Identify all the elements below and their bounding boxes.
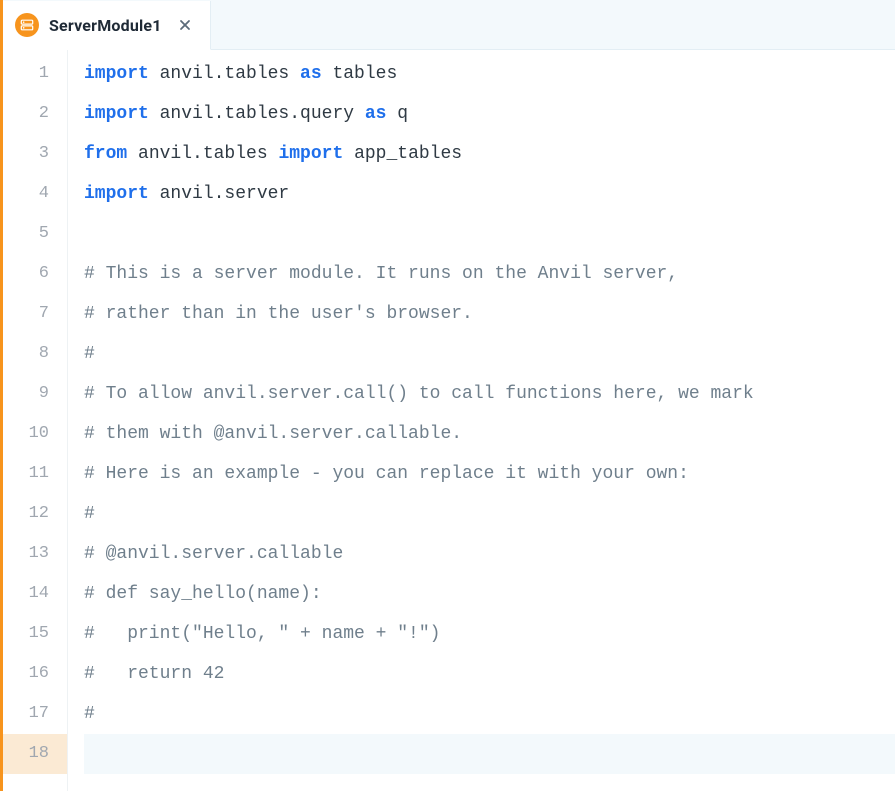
code-line[interactable]: # — [84, 694, 895, 734]
code-token-comment: # — [84, 704, 95, 724]
code-line[interactable]: # return 42 — [84, 654, 895, 694]
code-token-keyword: import — [84, 104, 149, 124]
code-token-keyword: as — [365, 104, 387, 124]
line-number: 5 — [3, 214, 67, 254]
code-line[interactable]: import anvil.server — [84, 174, 895, 214]
code-line[interactable]: import anvil.tables.query as q — [84, 94, 895, 134]
line-number: 8 — [3, 334, 67, 374]
code-line[interactable]: # — [84, 334, 895, 374]
line-number: 14 — [3, 574, 67, 614]
code-token-plain: anvil.tables — [127, 144, 278, 164]
line-number: 13 — [3, 534, 67, 574]
code-line[interactable]: # This is a server module. It runs on th… — [84, 254, 895, 294]
code-token-comment: # To allow anvil.server.call() to call f… — [84, 384, 754, 404]
tab-bar: ServerModule1 — [3, 0, 895, 50]
code-token-comment: # print("Hello, " + name + "!") — [84, 624, 440, 644]
line-number: 10 — [3, 414, 67, 454]
line-number: 16 — [3, 654, 67, 694]
line-number: 6 — [3, 254, 67, 294]
code-token-plain: tables — [322, 64, 398, 84]
code-lines[interactable]: import anvil.tables as tablesimport anvi… — [68, 50, 895, 791]
code-token-plain: app_tables — [343, 144, 462, 164]
code-token-keyword: as — [300, 64, 322, 84]
close-icon[interactable] — [176, 16, 194, 34]
code-line[interactable]: # To allow anvil.server.call() to call f… — [84, 374, 895, 414]
line-number: 15 — [3, 614, 67, 654]
code-line[interactable]: import anvil.tables as tables — [84, 54, 895, 94]
code-token-comment: # This is a server module. It runs on th… — [84, 264, 678, 284]
code-token-plain: anvil.tables — [149, 64, 300, 84]
code-line[interactable]: # — [84, 494, 895, 534]
code-token-comment: # rather than in the user's browser. — [84, 304, 473, 324]
code-token-comment: # @anvil.server.callable — [84, 544, 343, 564]
code-line[interactable]: # them with @anvil.server.callable. — [84, 414, 895, 454]
server-module-icon — [15, 13, 39, 37]
code-line[interactable]: # print("Hello, " + name + "!") — [84, 614, 895, 654]
tab-server-module[interactable]: ServerModule1 — [3, 1, 211, 50]
line-number: 17 — [3, 694, 67, 734]
code-token-comment: # them with @anvil.server.callable. — [84, 424, 462, 444]
code-token-comment: # def say_hello(name): — [84, 584, 322, 604]
code-token-keyword: import — [278, 144, 343, 164]
line-number: 18 — [3, 734, 67, 774]
code-token-comment: # — [84, 504, 95, 524]
code-token-comment: # — [84, 344, 95, 364]
code-token-keyword: import — [84, 64, 149, 84]
line-number: 12 — [3, 494, 67, 534]
code-line[interactable]: # @anvil.server.callable — [84, 534, 895, 574]
code-token-keyword: import — [84, 184, 149, 204]
code-line[interactable]: # Here is an example - you can replace i… — [84, 454, 895, 494]
line-number: 3 — [3, 134, 67, 174]
code-token-plain: anvil.tables.query — [149, 104, 365, 124]
code-line[interactable]: from anvil.tables import app_tables — [84, 134, 895, 174]
line-number: 1 — [3, 54, 67, 94]
tab-title: ServerModule1 — [49, 16, 162, 35]
line-number-gutter: 123456789101112131415161718 — [3, 50, 68, 791]
code-token-comment: # Here is an example - you can replace i… — [84, 464, 689, 484]
code-token-keyword: from — [84, 144, 127, 164]
code-line[interactable]: # def say_hello(name): — [84, 574, 895, 614]
line-number: 4 — [3, 174, 67, 214]
code-line[interactable]: # rather than in the user's browser. — [84, 294, 895, 334]
code-token-comment: # return 42 — [84, 664, 224, 684]
line-number: 11 — [3, 454, 67, 494]
code-line[interactable] — [84, 214, 895, 254]
line-number: 9 — [3, 374, 67, 414]
line-number: 2 — [3, 94, 67, 134]
code-token-plain: anvil.server — [149, 184, 289, 204]
code-token-plain: q — [386, 104, 408, 124]
code-area[interactable]: 123456789101112131415161718 import anvil… — [3, 50, 895, 791]
code-editor: ServerModule1 12345678910111213141516171… — [0, 0, 895, 791]
line-number: 7 — [3, 294, 67, 334]
code-line[interactable] — [84, 734, 895, 774]
